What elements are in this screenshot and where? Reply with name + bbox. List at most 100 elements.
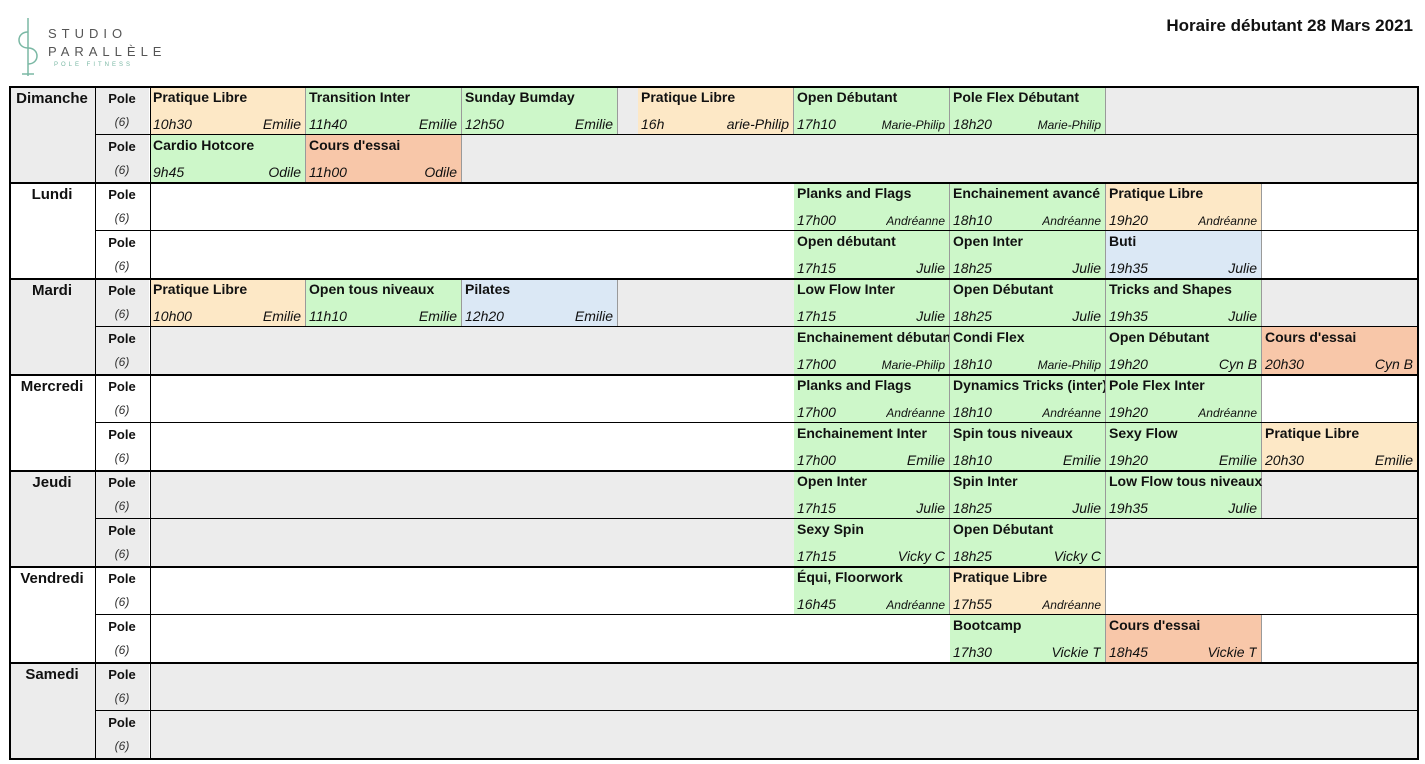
class-cell[interactable]: Open tous niveaux 11h10 Emilie (306, 278, 462, 326)
pole-label: Pole (108, 283, 136, 298)
class-time: 19h35 (1109, 308, 1148, 324)
class-instructor: Andréanne (1042, 214, 1101, 228)
class-instructor: Vickie T (1207, 644, 1257, 660)
class-cell[interactable]: Planks and Flags 17h00 Andréanne (794, 182, 950, 230)
class-time: 18h10 (953, 452, 992, 468)
class-cell[interactable]: Pratique Libre 10h00 Emilie (150, 278, 306, 326)
class-cell[interactable]: Cours d'essai 20h30 Cyn B (1262, 326, 1418, 374)
class-name: Pole Flex Débutant (953, 89, 1080, 105)
class-time: 19h20 (1109, 356, 1148, 372)
class-cell[interactable]: Équi, Floorwork 16h45 Andréanne (794, 566, 950, 614)
class-instructor: Emilie (1062, 452, 1101, 468)
class-name: Open Débutant (797, 89, 898, 105)
class-instructor: Cyn B (1218, 356, 1257, 372)
class-instructor: Julie (1228, 260, 1257, 276)
class-time: 16h45 (797, 596, 836, 612)
class-cell[interactable]: Open Inter 18h25 Julie (950, 230, 1106, 278)
day-divider (9, 566, 1417, 568)
class-time: 17h00 (797, 356, 836, 372)
class-time: 17h15 (797, 500, 836, 516)
class-cell[interactable]: Sexy Flow 19h20 Emilie (1106, 422, 1262, 470)
class-cell[interactable]: Condi Flex 18h10 Marie-Philip (950, 326, 1106, 374)
class-cell[interactable]: Pole Flex Inter 19h20 Andréanne (1106, 374, 1262, 422)
class-instructor: Vicky C (897, 548, 945, 564)
class-cell[interactable]: Sunday Bumday 12h50 Emilie (462, 86, 618, 134)
capacity-label: (6) (114, 499, 130, 513)
class-cell[interactable]: Buti 19h35 Julie (1106, 230, 1262, 278)
class-cell[interactable]: Enchainement Inter 17h00 Emilie (794, 422, 950, 470)
class-cell[interactable]: Cardio Hotcore 9h45 Odile (150, 134, 306, 182)
day-label: Mardi (31, 282, 72, 299)
class-cell[interactable]: Dynamics Tricks (inter) 18h10 Andréanne (950, 374, 1106, 422)
class-name: Pratique Libre (1265, 425, 1360, 441)
class-cell[interactable]: Pratique Libre 20h30 Emilie (1262, 422, 1418, 470)
column-border (95, 86, 96, 760)
class-cell[interactable]: Low Flow Inter 17h15 Julie (794, 278, 950, 326)
class-cell[interactable]: Open débutant 17h15 Julie (794, 230, 950, 278)
pole-label: Pole (108, 667, 136, 682)
class-time: 10h00 (153, 308, 192, 324)
class-name: Open tous niveaux (309, 281, 435, 297)
schedule-row (150, 518, 1417, 566)
class-cell[interactable]: Enchainement avancé 18h10 Andréanne (950, 182, 1106, 230)
class-name: Open Débutant (953, 281, 1054, 297)
pole-label: Pole (108, 523, 136, 538)
class-cell[interactable]: Sexy Spin 17h15 Vicky C (794, 518, 950, 566)
capacity-label: (6) (114, 595, 130, 609)
pole-label: Pole (108, 91, 136, 106)
class-cell[interactable]: Pratique Libre 16h arie-Philip (638, 86, 794, 134)
class-instructor: Andréanne (886, 214, 945, 228)
class-cell[interactable]: Pratique Libre 19h20 Andréanne (1106, 182, 1262, 230)
row-divider (95, 710, 1417, 711)
class-time: 19h20 (1109, 452, 1148, 468)
class-cell[interactable]: Pratique Libre 10h30 Emilie (150, 86, 306, 134)
class-cell[interactable]: Spin tous niveaux 18h10 Emilie (950, 422, 1106, 470)
class-name: Équi, Floorwork (797, 569, 903, 585)
class-name: Condi Flex (953, 329, 1025, 345)
class-cell[interactable]: Open Débutant 17h10 Marie-Philip (794, 86, 950, 134)
class-time: 19h20 (1109, 212, 1148, 228)
class-name: Pratique Libre (641, 89, 736, 105)
class-instructor: Julie (916, 260, 945, 276)
class-name: Dynamics Tricks (inter) (953, 377, 1105, 393)
class-time: 12h20 (465, 308, 504, 324)
class-instructor: Emilie (418, 116, 457, 132)
class-cell[interactable]: Low Flow tous niveaux 19h35 Julie (1106, 470, 1262, 518)
class-cell[interactable]: Cours d'essai 11h00 Odile (306, 134, 462, 182)
class-cell[interactable]: Transition Inter 11h40 Emilie (306, 86, 462, 134)
class-time: 19h20 (1109, 404, 1148, 420)
class-cell[interactable]: Pratique Libre 17h55 Andréanne (950, 566, 1106, 614)
class-cell[interactable]: Pilates 12h20 Emilie (462, 278, 618, 326)
class-cell[interactable]: Spin Inter 18h25 Julie (950, 470, 1106, 518)
class-name: Transition Inter (309, 89, 411, 105)
class-time: 18h25 (953, 308, 992, 324)
class-instructor: Emilie (574, 308, 613, 324)
class-cell[interactable]: Tricks and Shapes 19h35 Julie (1106, 278, 1262, 326)
class-cell[interactable]: Bootcamp 17h30 Vickie T (950, 614, 1106, 662)
class-cell[interactable]: Open Débutant 18h25 Vicky C (950, 518, 1106, 566)
class-instructor: Marie-Philip (881, 118, 945, 132)
class-cell[interactable]: Cours d'essai 18h45 Vickie T (1106, 614, 1262, 662)
class-time: 18h10 (953, 212, 992, 228)
row-divider (95, 326, 1417, 327)
class-name: Open débutant (797, 233, 896, 249)
class-time: 12h50 (465, 116, 504, 132)
class-instructor: Marie-Philip (1037, 358, 1101, 372)
class-cell[interactable]: Open Débutant 19h20 Cyn B (1106, 326, 1262, 374)
class-time: 18h45 (1109, 644, 1148, 660)
day-label: Mercredi (20, 378, 84, 395)
class-name: Tricks and Shapes (1109, 281, 1232, 297)
day-divider (9, 662, 1417, 664)
row-divider (95, 614, 1417, 615)
column-border (9, 86, 11, 760)
pole-label: Pole (108, 715, 136, 730)
class-cell[interactable]: Open Inter 17h15 Julie (794, 470, 950, 518)
class-time: 18h25 (953, 500, 992, 516)
class-name: Open Débutant (1109, 329, 1210, 345)
schedule-grid: Pole (6) Pratique Libre 10h30 Emilie Transiti… (0, 0, 1425, 764)
class-cell[interactable]: Pole Flex Débutant 18h20 Marie-Philip (950, 86, 1106, 134)
class-cell[interactable]: Enchainement débutant 17h00 Marie-Philip (794, 326, 950, 374)
class-instructor: Julie (1228, 500, 1257, 516)
class-cell[interactable]: Open Débutant 18h25 Julie (950, 278, 1106, 326)
class-cell[interactable]: Planks and Flags 17h00 Andréanne (794, 374, 950, 422)
